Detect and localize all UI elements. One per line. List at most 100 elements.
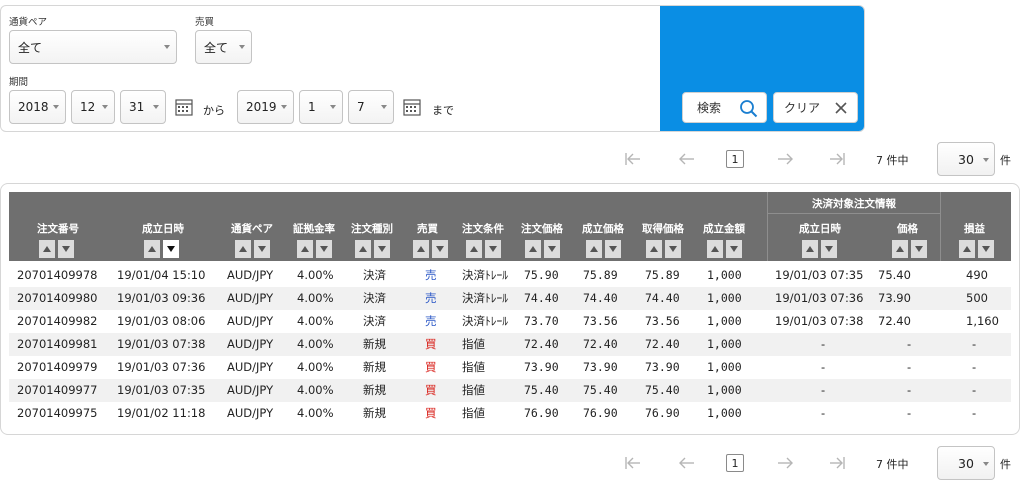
sort-asc-button[interactable] <box>144 240 160 258</box>
cell-order-price: 74.40 <box>524 291 559 305</box>
sort-desc-button[interactable] <box>374 240 390 258</box>
col-margin-rate: 証拠金率 <box>293 223 335 235</box>
from-year-select[interactable]: 2018 <box>9 90 66 124</box>
calendar-icon[interactable] <box>403 98 421 116</box>
cell-settle-time: 19/01/03 07:36 <box>775 291 864 305</box>
from-month-select[interactable]: 12 <box>71 90 115 124</box>
cell-side: 買 <box>425 383 437 397</box>
sort-desc-button[interactable] <box>544 240 560 258</box>
sort-asc-button[interactable] <box>297 240 313 258</box>
orders-table: 決済対象注文情報 注文番号 成立日時 通貨ペア 証拠金率 注文種別 売買 注文条… <box>0 183 1020 435</box>
sort-desc-button[interactable] <box>432 240 448 258</box>
prev-page-icon[interactable] <box>678 455 696 471</box>
next-page-icon[interactable] <box>776 151 794 167</box>
pager-bottom: 1 7 件中 30 件 <box>0 446 1024 480</box>
sort-desc-button[interactable] <box>254 240 270 258</box>
chevron-down-icon <box>381 105 387 109</box>
cell-margin-rate: 4.00% <box>297 268 334 282</box>
sort-desc-button[interactable] <box>821 240 837 258</box>
sort-asc-button[interactable] <box>802 240 818 258</box>
clear-button[interactable]: クリア <box>773 92 858 123</box>
sort-desc-button[interactable] <box>316 240 332 258</box>
sort-asc-button[interactable] <box>466 240 482 258</box>
sort-desc-button[interactable] <box>726 240 742 258</box>
side-select-value: 全て <box>204 40 229 55</box>
cell-pair: AUD/JPY <box>227 314 274 328</box>
side-select[interactable]: 全て <box>195 30 252 64</box>
last-page-icon[interactable] <box>828 151 846 167</box>
close-icon <box>835 102 847 114</box>
search-button[interactable]: 検索 <box>682 92 767 123</box>
page-size-unit: 件 <box>1000 154 1011 167</box>
cell-settle-time: - <box>821 406 826 420</box>
sort-asc-button[interactable] <box>586 240 602 258</box>
cell-order-no: 20701409979 <box>17 360 98 374</box>
current-page[interactable]: 1 <box>726 150 744 168</box>
to-year-select[interactable]: 2019 <box>237 90 294 124</box>
cell-acq-price: 75.89 <box>645 268 680 282</box>
cell-exec-price: 72.40 <box>583 337 618 351</box>
sort-asc-button[interactable] <box>525 240 541 258</box>
cell-pair: AUD/JPY <box>227 337 274 351</box>
pair-select[interactable]: 全て <box>9 30 177 64</box>
filter-panel: 通貨ペア 全て 売買 全て 期間 2018 12 31 から 2019 1 7 … <box>0 5 865 132</box>
cell-condition: 決済ﾄﾚｰﾙ <box>462 291 508 305</box>
calendar-icon[interactable] <box>175 98 193 116</box>
to-month-select[interactable]: 1 <box>299 90 343 124</box>
sort-asc-button[interactable] <box>413 240 429 258</box>
sort-margin-rate <box>297 240 333 258</box>
cell-pair: AUD/JPY <box>227 360 274 374</box>
first-page-icon[interactable] <box>624 455 642 471</box>
col-exec-time: 成立日時 <box>142 223 184 235</box>
prev-page-icon[interactable] <box>678 151 696 167</box>
sort-desc-button[interactable] <box>163 240 179 258</box>
sort-asc-button[interactable] <box>39 240 55 258</box>
sort-desc-button[interactable] <box>485 240 501 258</box>
group-header: 決済対象注文情報 <box>812 198 896 210</box>
from-day-select[interactable]: 31 <box>120 90 166 124</box>
col-settle-time: 成立日時 <box>799 223 841 235</box>
cell-side: 買 <box>425 337 437 351</box>
cell-exec-amount: 1,000 <box>707 360 742 374</box>
cell-exec-price: 76.90 <box>583 406 618 420</box>
cell-pair: AUD/JPY <box>227 291 274 305</box>
page-size-select[interactable]: 30 <box>937 446 995 480</box>
sort-asc-button[interactable] <box>892 240 908 258</box>
sort-desc-button[interactable] <box>978 240 994 258</box>
cell-pnl: 1,160 <box>966 314 999 328</box>
clear-button-label: クリア <box>784 101 821 115</box>
cell-order-price: 73.70 <box>524 314 559 328</box>
group-divider <box>767 213 941 214</box>
sort-desc-button[interactable] <box>665 240 681 258</box>
cell-exec-price: 75.89 <box>583 268 618 282</box>
last-page-icon[interactable] <box>828 455 846 471</box>
to-day-select[interactable]: 7 <box>348 90 394 124</box>
cell-order-no: 20701409975 <box>17 406 98 420</box>
sort-asc-button[interactable] <box>355 240 371 258</box>
sort-asc-button[interactable] <box>235 240 251 258</box>
sort-exec-price <box>586 240 622 258</box>
current-page[interactable]: 1 <box>726 454 744 472</box>
first-page-icon[interactable] <box>624 151 642 167</box>
cell-exec-time: 19/01/04 15:10 <box>117 268 206 282</box>
sort-acq-price <box>646 240 682 258</box>
sort-order-no <box>39 240 75 258</box>
sort-asc-button[interactable] <box>707 240 723 258</box>
sort-asc-button[interactable] <box>646 240 662 258</box>
sort-asc-button[interactable] <box>959 240 975 258</box>
sort-desc-button[interactable] <box>911 240 927 258</box>
page-size-select[interactable]: 30 <box>937 142 995 176</box>
cell-settle-price: - <box>907 383 912 397</box>
cell-settle-time: 19/01/03 07:38 <box>775 314 864 328</box>
cell-settle-price: 72.40 <box>878 314 911 328</box>
cell-pnl: - <box>972 406 977 420</box>
col-pnl: 損益 <box>964 223 985 235</box>
sort-desc-button[interactable] <box>605 240 621 258</box>
sort-settle-price <box>892 240 928 258</box>
table-row: 20701409982 19/01/03 08:06 AUD/JPY 4.00% 決済 売… <box>9 310 1011 333</box>
cell-pnl: 490 <box>966 268 988 282</box>
next-page-icon[interactable] <box>776 455 794 471</box>
pair-label: 通貨ペア <box>9 17 48 28</box>
cell-pair: AUD/JPY <box>227 406 274 420</box>
sort-desc-button[interactable] <box>58 240 74 258</box>
